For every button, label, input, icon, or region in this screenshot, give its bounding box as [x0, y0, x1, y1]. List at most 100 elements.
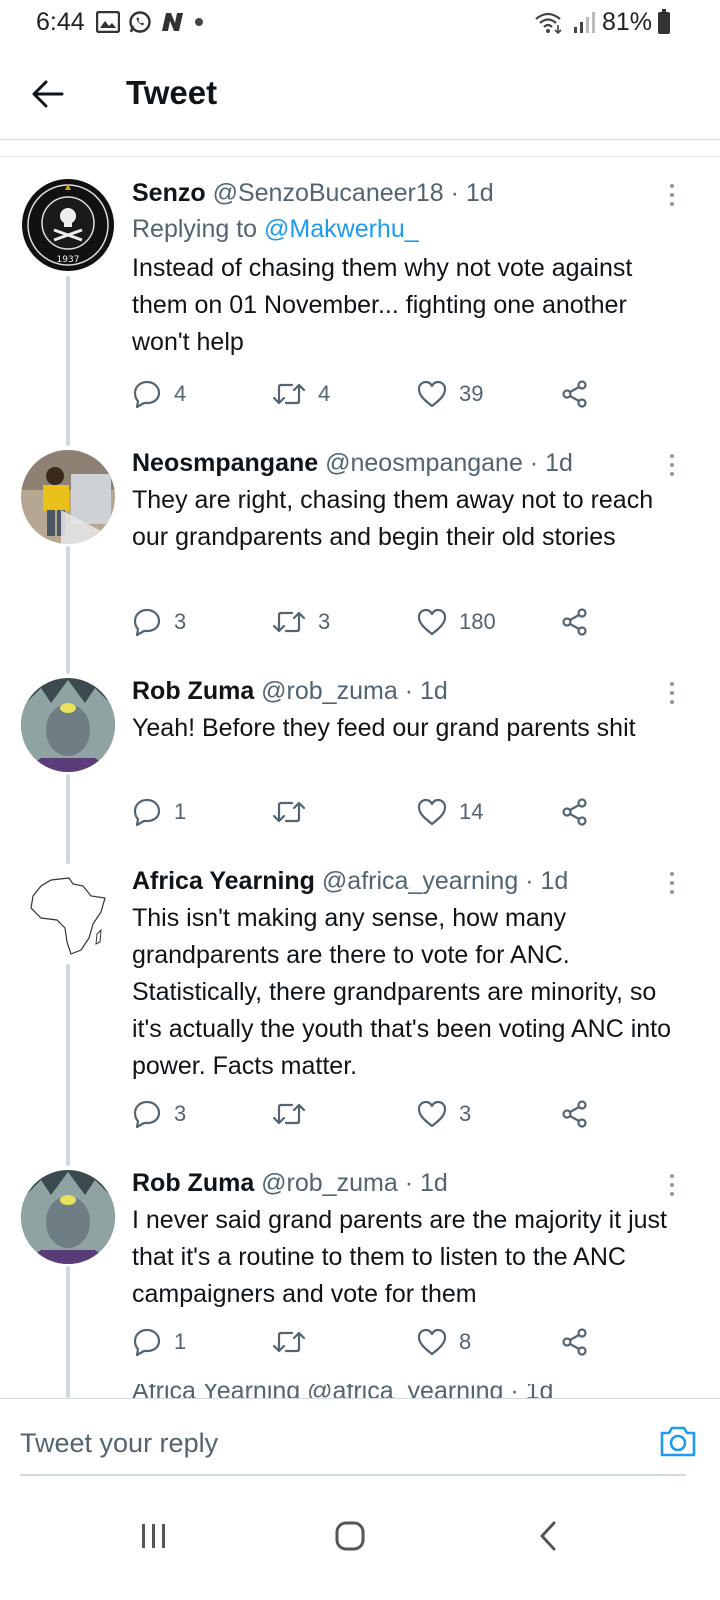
like-button[interactable]: 8: [417, 1322, 471, 1362]
author-name[interactable]: Rob Zuma: [132, 1169, 254, 1197]
gallery-icon: [96, 11, 120, 33]
reply-count: 4: [174, 381, 187, 406]
like-button[interactable]: 14: [417, 792, 483, 832]
tweet-text: Instead of chasing them why not vote aga…: [132, 254, 633, 356]
camera-button[interactable]: [658, 1423, 698, 1463]
retweet-count: 4: [318, 381, 331, 406]
svg-text:1937: 1937: [57, 255, 80, 265]
author-name[interactable]: Africa Yearning: [132, 867, 315, 895]
retweet-button[interactable]: [272, 1094, 306, 1134]
author-handle: @africa_yearning: [321, 867, 519, 895]
reply-input[interactable]: [20, 1421, 620, 1465]
news-app-icon: [162, 13, 183, 31]
retweet-button[interactable]: [272, 792, 306, 832]
anime-avatar-icon: [21, 1170, 115, 1264]
avatar[interactable]: 1937: [21, 178, 115, 272]
avatar[interactable]: [21, 678, 115, 772]
camera-icon: [660, 1426, 696, 1457]
tweet-meta: Senzo @SenzoBucaneer18 · 1d: [132, 176, 680, 210]
tweet[interactable]: Africa Yearning @africa_yearning · 1d Th…: [0, 864, 720, 1166]
back-arrow-icon: [32, 80, 64, 108]
retweet-button[interactable]: 4: [272, 374, 330, 414]
reply-button[interactable]: 3: [132, 602, 186, 642]
whatsapp-icon: [129, 11, 151, 33]
author-name[interactable]: Senzo: [132, 179, 206, 207]
thread-connector: [66, 1266, 70, 1398]
reply-composer: [0, 1398, 720, 1478]
share-icon: [562, 608, 587, 636]
like-button[interactable]: 180: [417, 602, 496, 642]
system-nav-bar: [0, 1478, 720, 1600]
tweet-time: · 1d: [525, 867, 569, 895]
reply-icon: [133, 1100, 161, 1129]
tweet[interactable]: Rob Zuma @rob_zuma · 1d Yeah! Before the…: [0, 674, 720, 864]
retweet-icon: [272, 611, 306, 633]
recent-apps-button[interactable]: [124, 1506, 184, 1566]
tweet-meta: Rob Zuma @rob_zuma · 1d: [132, 1166, 680, 1200]
retweet-icon: [272, 801, 306, 823]
app-header: Tweet: [0, 46, 720, 140]
reply-button[interactable]: 3: [132, 1094, 186, 1134]
author-handle: @rob_zuma: [261, 677, 398, 705]
tweet[interactable]: Neosmpangane @neosmpangane · 1d They are…: [0, 446, 720, 674]
orlando-pirates-logo-icon: 1937: [22, 179, 114, 271]
thread-connector: [66, 546, 70, 674]
home-icon: [335, 1521, 365, 1551]
retweet-button[interactable]: 3: [272, 602, 330, 642]
share-button[interactable]: [560, 792, 590, 832]
retweet-icon: [272, 383, 306, 405]
tweet-text: This isn't making any sense, how many gr…: [132, 904, 672, 1080]
retweet-icon: [272, 1103, 306, 1125]
author-name[interactable]: Rob Zuma: [132, 677, 254, 705]
tweet-actions: 1 8: [132, 1322, 602, 1362]
avatar[interactable]: [21, 450, 115, 544]
back-nav-button[interactable]: [518, 1506, 578, 1566]
heart-icon: [417, 798, 447, 826]
heart-icon: [417, 1328, 447, 1356]
tweet-text: Yeah! Before they feed our grand parents…: [132, 714, 636, 742]
share-icon: [562, 798, 587, 826]
replying-to: Replying to @Makwerhu_: [132, 210, 680, 248]
tweet-time: · 1d: [529, 449, 573, 477]
system-icons: 81%: [534, 8, 670, 37]
share-button[interactable]: [560, 1094, 590, 1134]
reply-button[interactable]: 4: [132, 374, 186, 414]
reply-thread: 1937 Senzo @SenzoBucaneer18 · 1d Replyin…: [0, 156, 720, 1398]
share-button[interactable]: [560, 374, 590, 414]
replying-to-handle[interactable]: @Makwerhu_: [264, 215, 419, 243]
chevron-left-icon: [540, 1521, 556, 1551]
home-button[interactable]: [320, 1506, 380, 1566]
heart-icon: [417, 608, 447, 636]
retweet-icon: [272, 1331, 306, 1353]
reply-button[interactable]: 1: [132, 1322, 186, 1362]
thread-connector: [66, 964, 70, 1166]
africa-outline-icon: [30, 877, 106, 955]
like-button[interactable]: 39: [417, 374, 483, 414]
reply-icon: [133, 1328, 161, 1357]
status-bar: 6:44 81%: [0, 0, 720, 46]
page-title: Tweet: [126, 74, 218, 111]
avatar[interactable]: [21, 868, 115, 962]
share-button[interactable]: [560, 1322, 590, 1362]
reply-button[interactable]: 1: [132, 792, 186, 832]
tweet-meta: Neosmpangane @neosmpangane · 1d: [132, 446, 680, 480]
author-handle: @rob_zuma: [261, 1169, 398, 1197]
notification-icons: [96, 10, 204, 34]
tweet-partial[interactable]: Africa Yearning @africa_yearning · 1d: [0, 1384, 720, 1398]
tweet[interactable]: 1937 Senzo @SenzoBucaneer18 · 1d Replyin…: [0, 176, 720, 448]
like-count: 14: [459, 799, 484, 824]
back-button[interactable]: [26, 72, 70, 116]
share-icon: [562, 1100, 587, 1128]
tweet-meta: Rob Zuma @rob_zuma · 1d: [132, 674, 680, 708]
share-button[interactable]: [560, 602, 590, 642]
tweet[interactable]: Rob Zuma @rob_zuma · 1d I never said gra…: [0, 1166, 720, 1398]
signal-icon: [573, 11, 595, 33]
retweet-button[interactable]: [272, 1322, 306, 1362]
like-button[interactable]: 3: [417, 1094, 471, 1134]
profile-photo-icon: [21, 450, 115, 544]
like-count: 3: [459, 1101, 472, 1126]
share-icon: [562, 380, 587, 408]
tweet-time: · 1d: [404, 1169, 448, 1197]
avatar[interactable]: [21, 1170, 115, 1264]
author-name[interactable]: Neosmpangane: [132, 449, 318, 477]
